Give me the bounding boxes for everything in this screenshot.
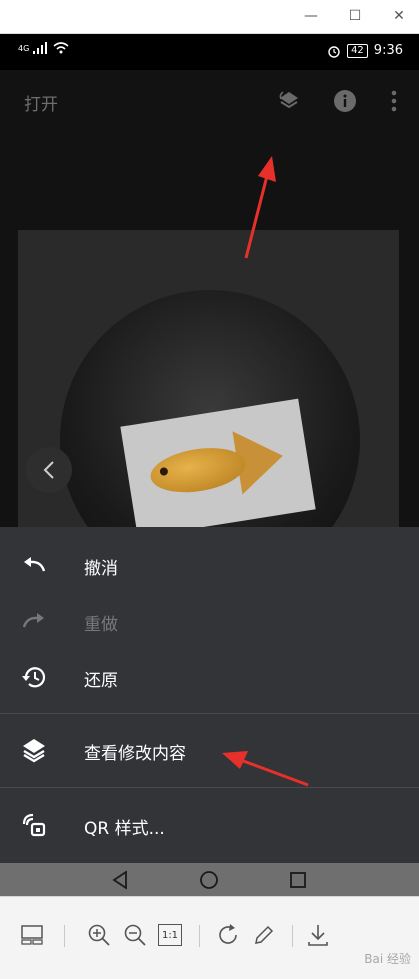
maximize-button[interactable]: ☐ — [340, 4, 370, 28]
toolbar-separator — [64, 925, 65, 947]
chevron-left-icon — [43, 461, 54, 479]
layout-icon[interactable] — [18, 921, 46, 949]
menu-label-restore: 还原 — [84, 671, 118, 691]
alarm-icon — [328, 45, 340, 58]
menu-item-view-edits[interactable]: 查看修改内容 — [0, 722, 419, 778]
menu-label-view-edits: 查看修改内容 — [84, 744, 186, 764]
menu-item-undo[interactable]: 撤消 — [0, 537, 419, 593]
menu-label-qr-style: QR 样式... — [84, 819, 165, 839]
edit-menu-sheet: 撤消 重做 还原 查看修改内容 QR 样式... — [0, 527, 419, 863]
rotate-icon[interactable] — [214, 921, 242, 949]
status-bar: 4G 42 9:36 — [0, 34, 419, 70]
back-triangle-icon[interactable] — [110, 870, 130, 890]
menu-item-restore[interactable]: 还原 — [0, 649, 419, 705]
menu-label-undo: 撤消 — [84, 559, 118, 579]
home-circle-icon[interactable] — [199, 870, 219, 890]
actual-size-button[interactable]: 1:1 — [158, 924, 182, 946]
menu-label-redo: 重做 — [84, 615, 118, 635]
toolbar-separator — [199, 925, 200, 947]
open-button[interactable]: 打开 — [24, 90, 58, 115]
layers-icon — [20, 736, 48, 764]
redo-icon — [20, 607, 48, 635]
qr-style-icon — [20, 811, 48, 839]
menu-item-qr-style[interactable]: QR 样式... — [0, 797, 419, 853]
undo-icon — [20, 551, 48, 579]
network-type: 4G — [18, 43, 30, 53]
window-title-bar: — ☐ ✕ — [0, 0, 419, 34]
recents-square-icon[interactable] — [288, 870, 308, 890]
close-button[interactable]: ✕ — [384, 4, 414, 28]
clock: 9:36 — [373, 43, 403, 58]
menu-divider — [0, 713, 419, 714]
wifi-icon — [53, 42, 69, 54]
app-bar: 打开 — [0, 70, 419, 128]
layers-sync-icon[interactable] — [276, 88, 302, 114]
zoom-out-icon[interactable] — [121, 921, 149, 949]
image-preview — [18, 230, 399, 530]
phone-screen: 4G 42 9:36 打开 撤消 重做 还原 查看修改内容 QR 样式... — [0, 34, 419, 896]
menu-item-redo: 重做 — [0, 593, 419, 649]
menu-divider — [0, 787, 419, 788]
more-vert-icon[interactable] — [381, 88, 407, 114]
download-icon[interactable] — [304, 921, 332, 949]
restore-history-icon — [20, 663, 48, 691]
signal-icon — [33, 42, 48, 54]
minimize-button[interactable]: — — [296, 4, 326, 28]
info-icon[interactable] — [332, 88, 358, 114]
previous-image-button[interactable] — [26, 447, 72, 493]
system-nav-bar — [0, 863, 419, 896]
edit-icon[interactable] — [250, 921, 278, 949]
toolbar-separator — [292, 925, 293, 947]
battery-level: 42 — [347, 43, 368, 58]
watermark: Bai 经验 — [364, 952, 411, 966]
viewer-toolbar: 1:1 Bai 经验 — [0, 896, 419, 979]
zoom-in-icon[interactable] — [85, 921, 113, 949]
